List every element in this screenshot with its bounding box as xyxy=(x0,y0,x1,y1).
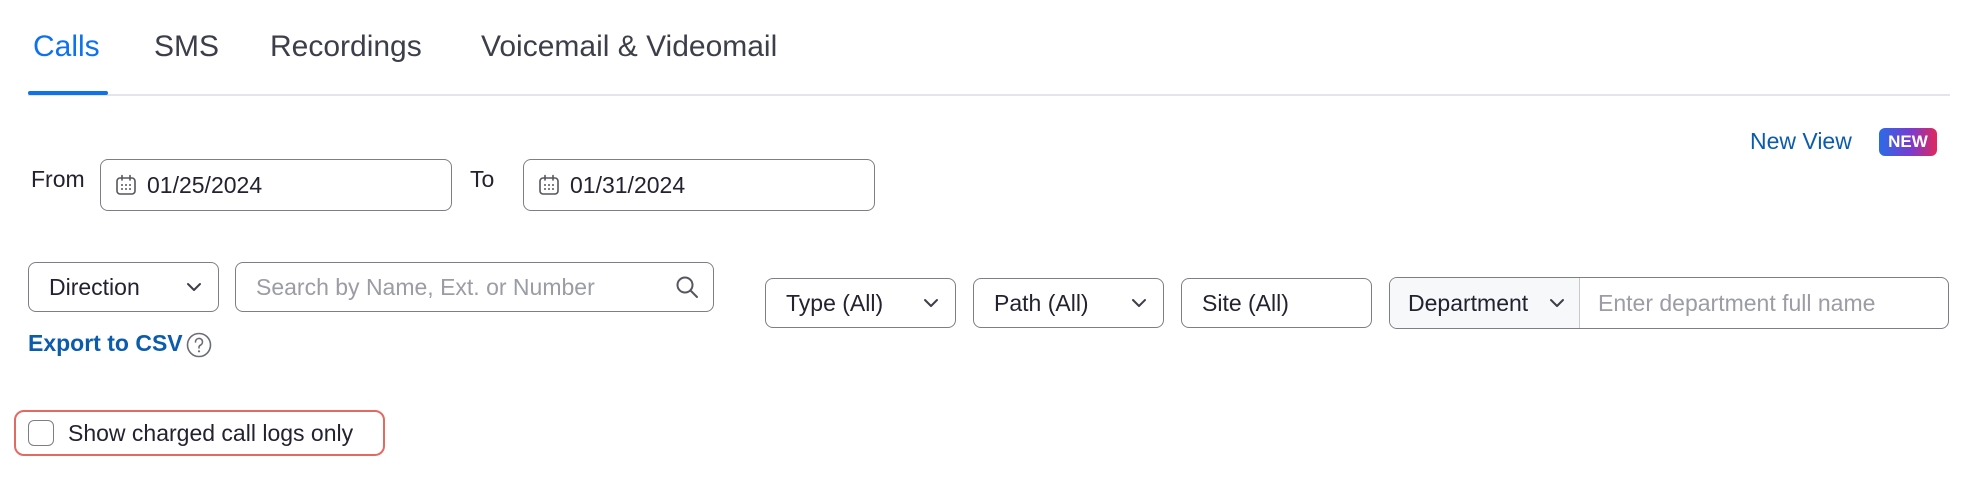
direction-select[interactable]: Direction xyxy=(28,262,219,312)
tab-voicemail-videomail[interactable]: Voicemail & Videomail xyxy=(481,30,777,64)
tab-recordings[interactable]: Recordings xyxy=(270,30,422,64)
to-date-value: 01/31/2024 xyxy=(570,171,686,198)
chevron-down-icon xyxy=(187,283,201,291)
department-input[interactable] xyxy=(1598,289,1948,317)
department-select-value: Department xyxy=(1408,289,1529,316)
chevron-down-icon xyxy=(924,299,938,307)
charged-call-logs-option: Show charged call logs only xyxy=(14,410,385,456)
from-date-value: 01/25/2024 xyxy=(147,171,263,198)
search-input[interactable] xyxy=(256,273,675,301)
type-select[interactable]: Type (All) xyxy=(765,278,956,328)
search-icon[interactable] xyxy=(675,275,699,299)
charged-call-logs-checkbox[interactable] xyxy=(28,420,54,446)
department-select[interactable]: Department xyxy=(1390,278,1580,328)
path-select[interactable]: Path (All) xyxy=(973,278,1164,328)
search-box xyxy=(235,262,714,312)
new-view-link[interactable]: New View xyxy=(1750,128,1852,155)
charged-call-logs-label[interactable]: Show charged call logs only xyxy=(68,420,353,447)
tab-sms[interactable]: SMS xyxy=(154,30,219,64)
site-select[interactable]: Site (All) xyxy=(1181,278,1372,328)
tabs-divider xyxy=(28,94,1950,96)
chevron-down-icon xyxy=(1132,299,1146,307)
direction-select-value: Direction xyxy=(49,273,140,300)
to-label: To xyxy=(470,166,495,192)
export-to-csv-link[interactable]: Export to CSV xyxy=(28,330,183,357)
help-circle-icon[interactable] xyxy=(186,332,212,358)
to-date-picker[interactable]: 01/31/2024 xyxy=(523,159,875,211)
site-select-value: Site (All) xyxy=(1202,289,1289,316)
type-select-value: Type (All) xyxy=(786,289,884,316)
calendar-icon xyxy=(539,174,559,195)
calendar-icon xyxy=(116,174,136,195)
tab-calls[interactable]: Calls xyxy=(33,30,100,64)
active-tab-indicator xyxy=(28,91,108,95)
chevron-down-icon xyxy=(1550,299,1564,307)
path-select-value: Path (All) xyxy=(994,289,1089,316)
from-date-picker[interactable]: 01/25/2024 xyxy=(100,159,452,211)
new-badge: NEW xyxy=(1879,128,1937,156)
department-filter: Department xyxy=(1389,277,1949,329)
from-label: From xyxy=(31,166,85,192)
